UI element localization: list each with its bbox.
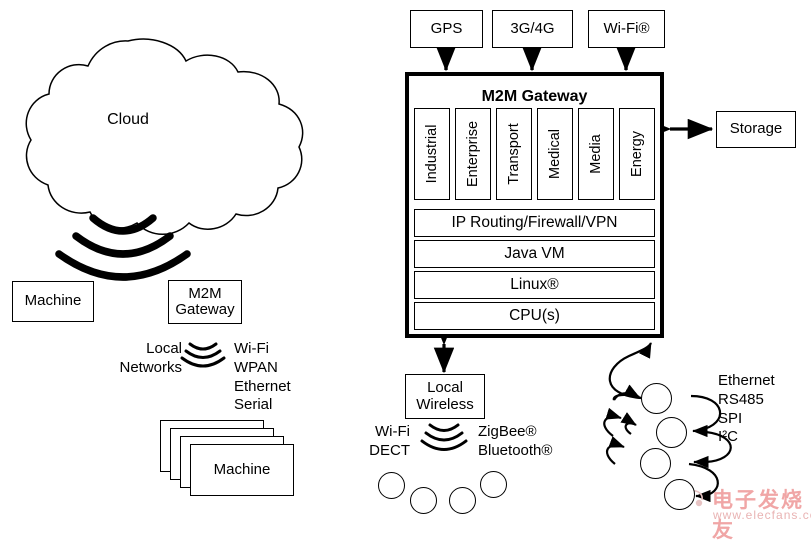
storage-box[interactable]: Storage	[716, 111, 796, 148]
layer-java-vm[interactable]: Java VM	[414, 240, 655, 268]
wireless-node-1[interactable]	[378, 472, 405, 499]
field-node-2[interactable]	[656, 417, 687, 448]
cloud-label: Cloud	[107, 111, 149, 128]
layer-cpus[interactable]: CPU(s)	[414, 302, 655, 330]
sector-label-industrial: Industrial	[424, 124, 440, 184]
watermark-text-url: www.elecfans.com	[713, 508, 811, 522]
gateway-uplink-arrows	[435, 24, 637, 72]
sector-box-energy[interactable]: Energy	[619, 108, 655, 200]
wireless-node-4[interactable]	[480, 471, 507, 498]
layer-ip-routing[interactable]: IP Routing/Firewall/VPN	[414, 209, 655, 237]
local-wireless-arcs-bottom	[420, 423, 468, 451]
sector-label-media: Media	[588, 134, 604, 174]
top-box-wifi[interactable]: Wi-Fi®	[588, 10, 665, 48]
field-node-3[interactable]	[640, 448, 671, 479]
diagram-canvas: Cloud Machine M2M Gateway Local Networks…	[0, 0, 811, 542]
sector-box-enterprise[interactable]: Enterprise	[455, 108, 491, 200]
sector-box-industrial[interactable]: Industrial	[414, 108, 450, 200]
sector-label-enterprise: Enterprise	[465, 120, 481, 188]
machine-box[interactable]: Machine	[12, 281, 94, 322]
sector-label-medical: Medical	[547, 129, 563, 179]
local-wireless-left-label: Wi-Fi DECT	[369, 423, 410, 459]
local-wireless-box[interactable]: Local Wireless	[405, 374, 485, 419]
cloud-shape	[25, 38, 304, 235]
sector-box-transport[interactable]: Transport	[496, 108, 532, 200]
sector-label-transport: Transport	[506, 123, 522, 185]
gateway-title: M2M Gateway	[481, 88, 588, 105]
field-node-4[interactable]	[664, 479, 695, 510]
field-node-1[interactable]	[641, 383, 672, 414]
sector-box-medical[interactable]: Medical	[537, 108, 573, 200]
sector-label-energy: Energy	[629, 131, 645, 177]
local-wireless-arcs-left	[180, 342, 226, 368]
wireless-node-3[interactable]	[449, 487, 476, 514]
top-box-gps[interactable]: GPS	[410, 10, 483, 48]
local-networks-label: Local Networks	[119, 340, 182, 376]
field-protocols-label: Ethernet RS485 SPI I²C	[718, 372, 775, 446]
wireless-node-2[interactable]	[410, 487, 437, 514]
local-wireless-right-label: ZigBee® Bluetooth®	[478, 423, 553, 459]
layer-linux[interactable]: Linux®	[414, 271, 655, 299]
left-m2m-gateway-box[interactable]: M2M Gateway	[168, 280, 242, 324]
sector-box-media[interactable]: Media	[578, 108, 614, 200]
machine-stack-box[interactable]: Machine	[190, 444, 294, 496]
left-protocols-label: Wi-Fi WPAN Ethernet Serial	[234, 340, 291, 414]
top-box-3g4g[interactable]: 3G/4G	[492, 10, 573, 48]
